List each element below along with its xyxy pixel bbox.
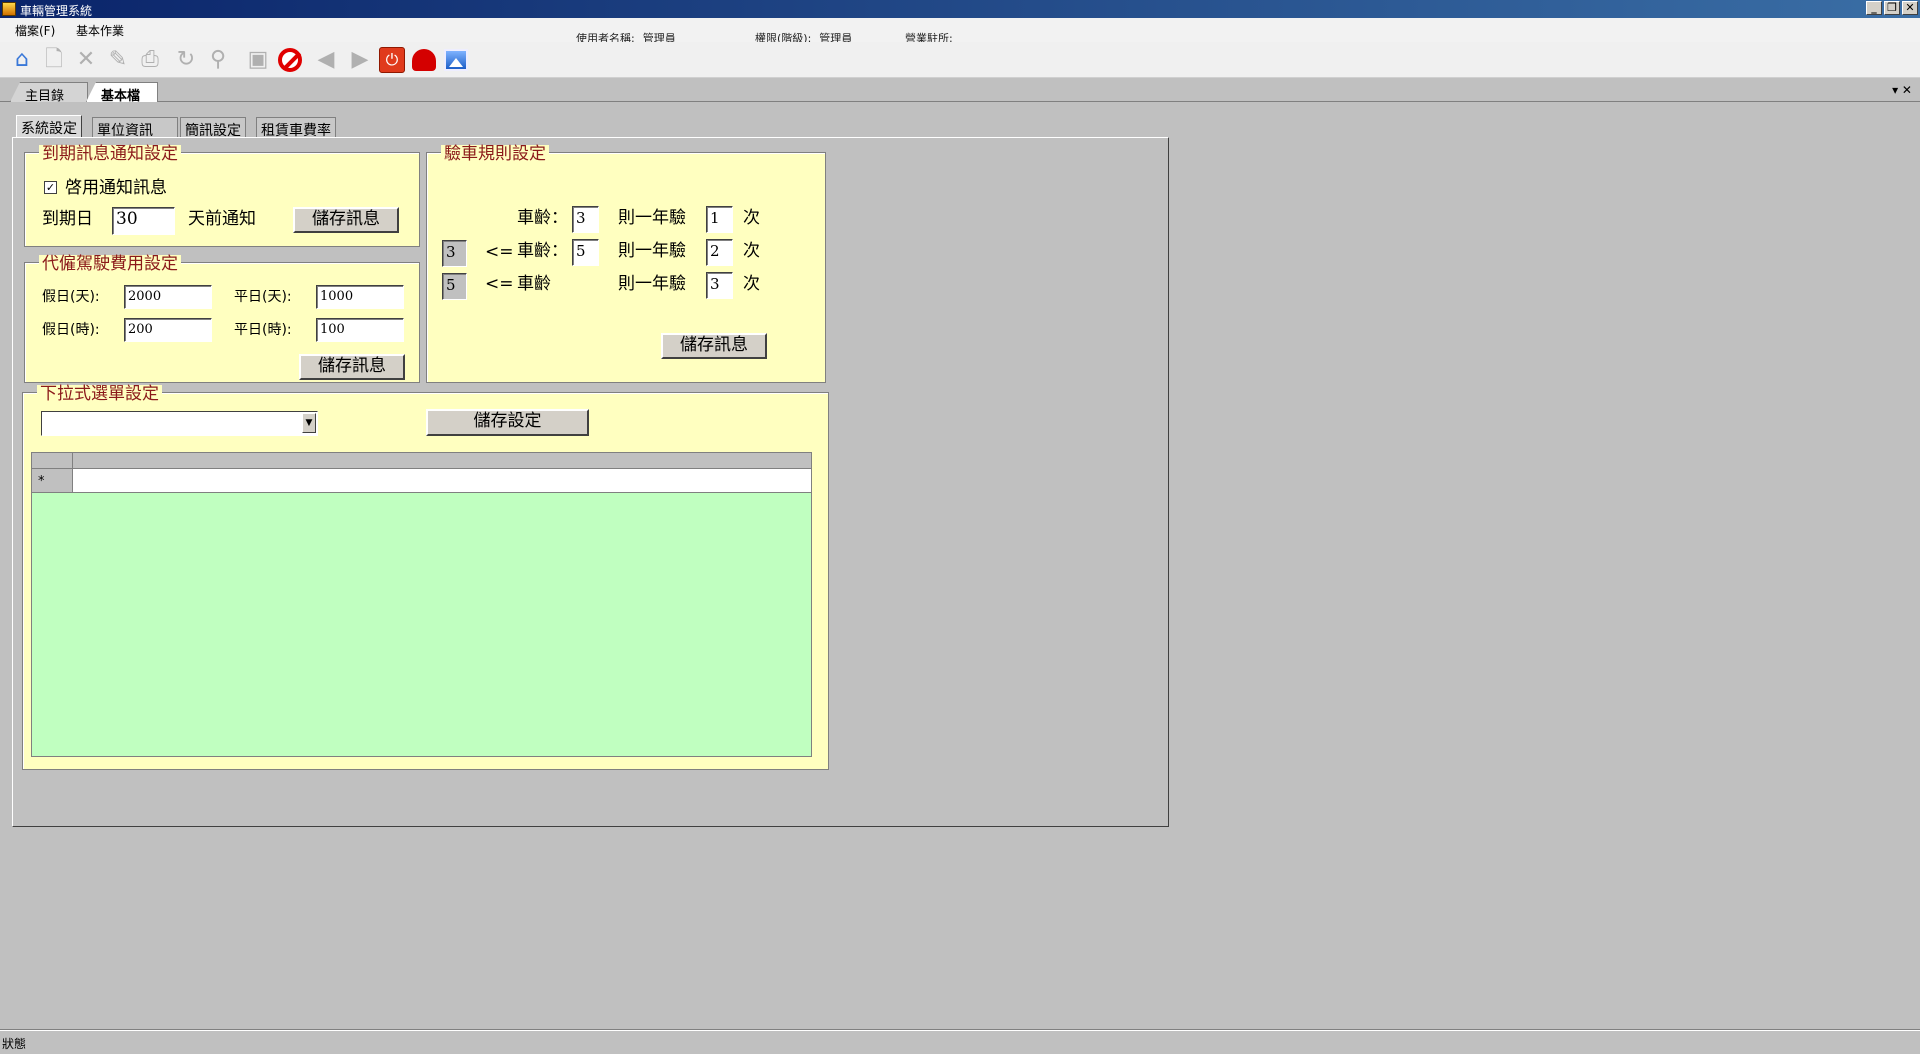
- doc-tab-controls[interactable]: ▾ ✕: [1892, 83, 1912, 97]
- status-bar: 狀態: [0, 1030, 1920, 1054]
- age-label-1: 車齡：: [517, 208, 568, 228]
- op-label-2: <=: [485, 242, 514, 262]
- grid-corner-header: [32, 453, 73, 468]
- prev-icon[interactable]: ◀: [312, 46, 340, 74]
- new-icon[interactable]: 🗋: [40, 46, 68, 74]
- dropdown-legend: 下拉式選單設定: [37, 385, 162, 403]
- menu-file[interactable]: 檔案(F): [15, 22, 55, 39]
- age-min-readonly-3: 5: [442, 273, 467, 300]
- tab-sms-settings[interactable]: 簡訊設定: [180, 117, 246, 139]
- rule-label-2: 則一年驗: [618, 241, 686, 261]
- home-icon[interactable]: ⌂: [8, 46, 36, 74]
- unit-label-2: 次: [743, 241, 760, 261]
- refresh-icon[interactable]: ↻: [172, 46, 200, 74]
- holiday-hour-input[interactable]: 200: [124, 318, 212, 342]
- close-button[interactable]: ✕: [1902, 1, 1918, 15]
- menu-bar: 檔案(F) 基本作業 使用者名稱: 管理員 權限(階級): 管理員 營業駐所:: [0, 18, 1920, 45]
- save-icon[interactable]: ▣: [244, 46, 272, 74]
- inspection-legend: 驗車規則設定: [441, 145, 549, 163]
- unit-label-3: 次: [743, 274, 760, 294]
- age-min-readonly-2: 3: [442, 240, 467, 267]
- tab-system-settings[interactable]: 系統設定: [16, 115, 82, 138]
- power-icon[interactable]: ⏻: [378, 46, 406, 74]
- status-text: 狀態: [2, 1037, 27, 1051]
- new-row-marker: *: [32, 469, 73, 492]
- weekday-day-input[interactable]: 1000: [316, 285, 404, 309]
- dropdown-select[interactable]: ▼: [41, 411, 318, 436]
- grid-header: [32, 453, 811, 469]
- age-label-3: 車齡: [517, 274, 551, 294]
- inspection-rules-group: 驗車規則設定 車齡： 3 則一年驗 1 次 3 <= 車齡： 5 則一年驗 2 …: [426, 145, 826, 383]
- save-inspection-button[interactable]: 儲存訊息: [661, 333, 767, 359]
- weekday-day-label: 平日(天):: [234, 289, 292, 305]
- doc-tab-main-menu[interactable]: 主目錄: [10, 82, 88, 102]
- cancel-icon[interactable]: [276, 46, 304, 74]
- driver-fee-legend: 代僱駕駛費用設定: [39, 255, 181, 273]
- expiry-legend: 到期訊息通知設定: [39, 145, 181, 163]
- search-icon[interactable]: ⚲: [204, 46, 232, 74]
- times-input-2[interactable]: 2: [706, 239, 733, 266]
- window-controls: _ ❐ ✕: [1866, 1, 1918, 15]
- rule-label-1: 則一年驗: [618, 208, 686, 228]
- delete-icon[interactable]: ✕: [72, 46, 100, 74]
- driver-fee-group: 代僱駕駛費用設定 假日(天): 2000 平日(天): 1000 假日(時): …: [24, 255, 420, 383]
- unit-label-1: 次: [743, 208, 760, 228]
- weekday-hour-label: 平日(時):: [234, 322, 292, 338]
- minimize-button[interactable]: _: [1866, 1, 1882, 15]
- title-bar: 車輛管理系統 _ ❐ ✕: [0, 0, 1920, 18]
- enable-notice-checkbox[interactable]: ✓: [44, 181, 57, 194]
- weekday-hour-input[interactable]: 100: [316, 318, 404, 342]
- tab-rental-rates[interactable]: 租賃車費率: [256, 117, 336, 139]
- edit-icon[interactable]: ✎: [104, 46, 132, 74]
- save-fee-button[interactable]: 儲存訊息: [299, 354, 405, 380]
- options-grid[interactable]: *: [31, 452, 812, 757]
- holiday-day-input[interactable]: 2000: [124, 285, 212, 309]
- print-icon[interactable]: ⎙: [136, 46, 164, 74]
- next-icon[interactable]: ▶: [346, 46, 374, 74]
- age-max-input-1[interactable]: 3: [572, 206, 599, 233]
- chevron-down-icon[interactable]: ▼: [302, 413, 316, 433]
- window-title: 車輛管理系統: [20, 4, 93, 18]
- holiday-day-label: 假日(天):: [42, 289, 100, 305]
- expiry-notice-group: 到期訊息通知設定 ✓ 啓用通知訊息 到期日 30 天前通知 儲存訊息: [24, 145, 420, 247]
- holiday-hour-label: 假日(時):: [42, 322, 100, 338]
- age-max-input-2[interactable]: 5: [572, 239, 599, 266]
- app-icon: [2, 2, 16, 16]
- tab-unit-info[interactable]: 單位資訊: [92, 117, 178, 139]
- due-date-label: 到期日: [42, 209, 93, 229]
- doc-tab-basic-files[interactable]: 基本檔: [86, 82, 158, 102]
- restore-button[interactable]: ❐: [1884, 1, 1900, 15]
- stop-shape: [278, 48, 302, 72]
- times-input-1[interactable]: 1: [706, 206, 733, 233]
- times-input-3[interactable]: 3: [706, 272, 733, 299]
- menu-basic-operations[interactable]: 基本作業: [76, 22, 124, 39]
- save-dropdown-button[interactable]: 儲存設定: [426, 409, 589, 436]
- alarm-icon[interactable]: [410, 46, 438, 74]
- document-tabs: 主目錄 基本檔 ▾ ✕: [0, 80, 1920, 102]
- dropdown-settings-group: 下拉式選單設定 ▼ 儲存設定 *: [22, 385, 829, 770]
- rule-label-3: 則一年驗: [618, 274, 686, 294]
- enable-notice-label: 啓用通知訊息: [65, 178, 167, 198]
- toolbar: ⌂ 🗋 ✕ ✎ ⎙ ↻ ⚲ ▣ ◀ ▶ ⏻: [0, 42, 1920, 78]
- save-notice-button[interactable]: 儲存訊息: [293, 207, 399, 233]
- image-icon[interactable]: [442, 46, 470, 74]
- age-label-2: 車齡：: [517, 241, 568, 261]
- op-label-3: <=: [485, 274, 514, 294]
- days-before-label: 天前通知: [188, 209, 256, 229]
- grid-new-row[interactable]: *: [32, 469, 811, 493]
- notice-days-input[interactable]: 30: [112, 207, 175, 235]
